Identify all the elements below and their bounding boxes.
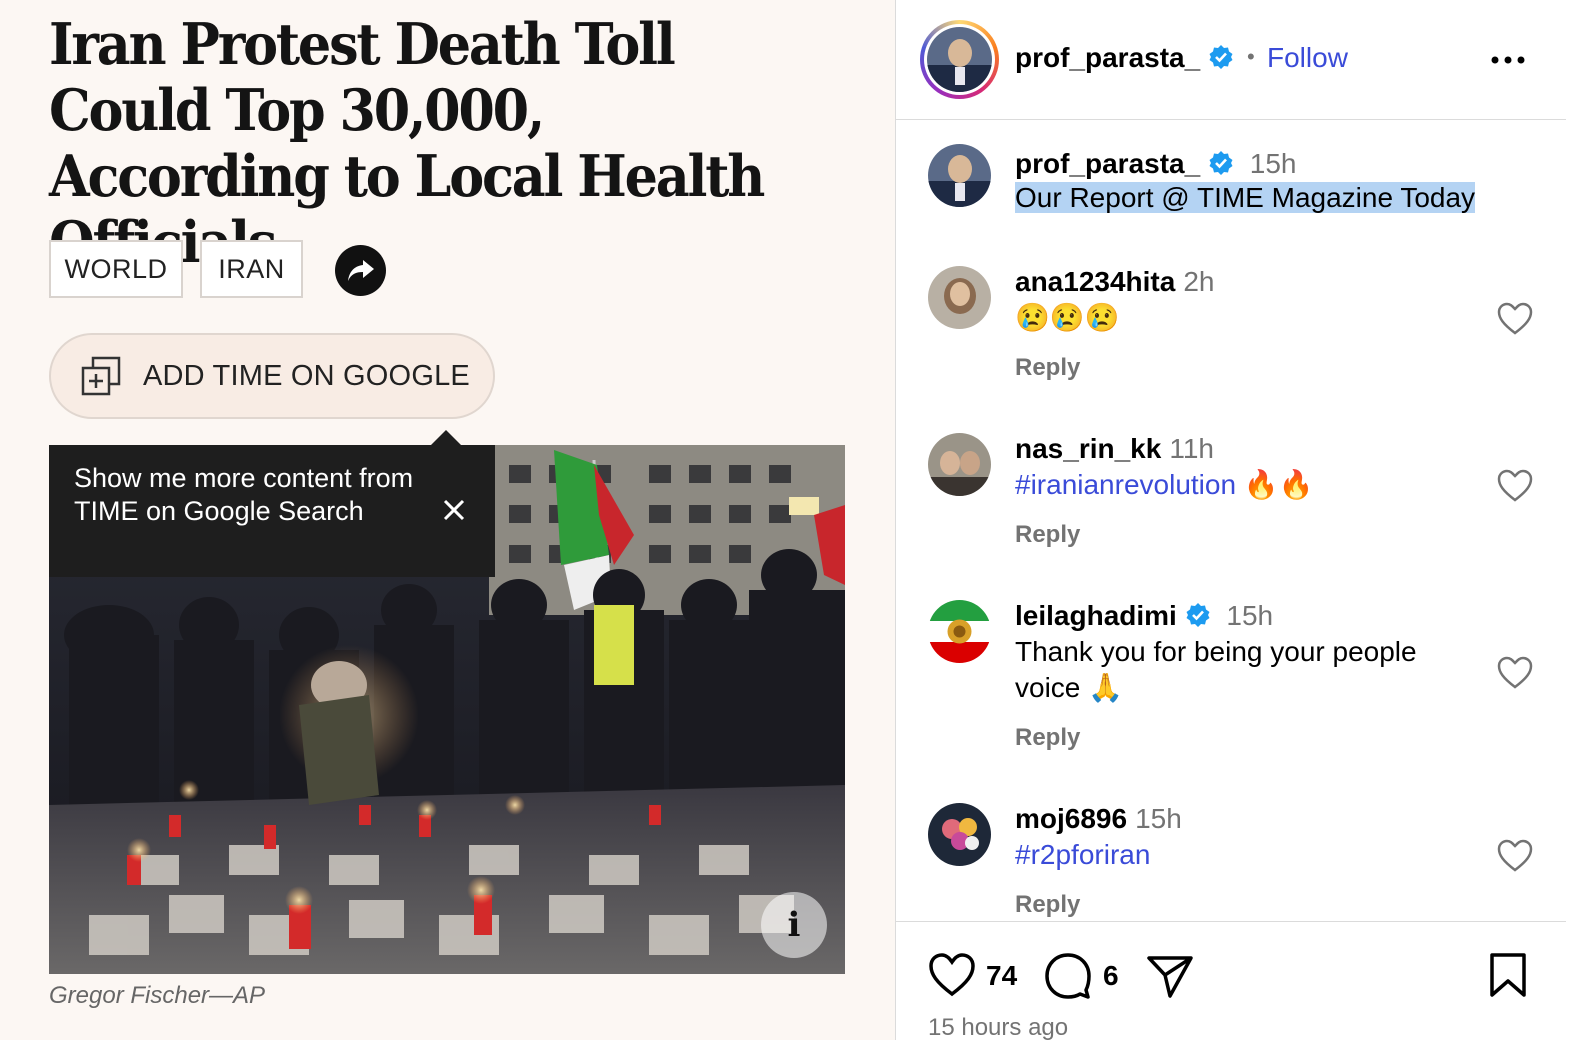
avatar[interactable] — [927, 27, 992, 92]
reply-button[interactable]: Reply — [1015, 724, 1080, 752]
comment-text: Thank you for being your people voice 🙏 — [1015, 636, 1417, 703]
post-header: prof_parasta_ • Follow — [896, 0, 1566, 120]
comment-username[interactable]: leilaghadimi 15h — [1015, 600, 1273, 632]
caption-time: 15h — [1249, 148, 1297, 179]
add-time-on-google-button[interactable]: ADD TIME ON GOOGLE — [49, 333, 495, 419]
comment-text: 😢😢😢 — [1015, 302, 1120, 333]
post-actions: 74 6 15 hours ago — [896, 921, 1566, 1040]
close-icon[interactable] — [441, 497, 467, 523]
share-arrow-icon — [347, 259, 374, 281]
post-author[interactable]: prof_parasta_ — [1015, 42, 1234, 74]
heart-icon[interactable] — [1497, 839, 1533, 873]
more-options-icon[interactable] — [1488, 50, 1528, 70]
share-button[interactable] — [335, 245, 386, 296]
avatar[interactable] — [928, 803, 991, 866]
reply-button[interactable]: Reply — [1015, 521, 1080, 549]
avatar[interactable] — [928, 266, 991, 329]
verified-icon — [1209, 151, 1233, 175]
photo-credit: Gregor Fischer—AP — [49, 982, 266, 1009]
heart-icon[interactable] — [1497, 656, 1533, 690]
bookmark-icon[interactable] — [1488, 952, 1528, 998]
verified-icon — [1209, 45, 1233, 69]
comment-icon[interactable] — [1044, 952, 1092, 1000]
article-headline: Iran Protest Death Toll Could Top 30,000… — [49, 11, 765, 276]
avatar[interactable] — [928, 433, 991, 496]
heart-icon[interactable] — [928, 952, 976, 998]
comment-text[interactable]: #iranianrevolution 🔥🔥 — [1015, 467, 1485, 503]
follow-button[interactable]: Follow — [1267, 42, 1348, 74]
comment-count[interactable]: 6 — [1103, 960, 1119, 992]
comments-list: prof_parasta_ 15h Our Report @ TIME Maga… — [896, 121, 1566, 921]
heart-icon[interactable] — [1497, 469, 1533, 503]
avatar[interactable] — [928, 600, 991, 663]
verified-icon — [1186, 603, 1210, 627]
comment-username[interactable]: nas_rin_kk 11h — [1015, 433, 1214, 465]
like-count[interactable]: 74 — [986, 960, 1017, 992]
tooltip-text: Show me more content from TIME on Google… — [74, 463, 414, 526]
instagram-pane: prof_parasta_ • Follow prof_parasta_ 15h… — [896, 0, 1574, 1040]
reply-button[interactable]: Reply — [1015, 891, 1080, 919]
heart-icon[interactable] — [1497, 302, 1533, 336]
post-timestamp: 15 hours ago — [928, 1014, 1069, 1040]
separator-dot: • — [1247, 44, 1255, 69]
tag-iran[interactable]: IRAN — [200, 240, 303, 298]
avatar[interactable] — [928, 144, 991, 207]
article-pane: Iran Protest Death Toll Could Top 30,000… — [0, 0, 895, 1040]
send-icon[interactable] — [1146, 953, 1194, 999]
info-icon[interactable]: i — [761, 892, 827, 958]
caption-username[interactable]: prof_parasta_ 15h — [1015, 148, 1296, 180]
google-button-label: ADD TIME ON GOOGLE — [143, 359, 470, 392]
google-tooltip: Show me more content from TIME on Google… — [49, 445, 495, 577]
comment-text[interactable]: #r2pforiran — [1015, 837, 1485, 873]
tooltip-arrow — [430, 430, 462, 446]
comment-username[interactable]: moj6896 15h — [1015, 803, 1182, 835]
google-add-icon — [81, 356, 121, 396]
tag-world[interactable]: WORLD — [49, 240, 183, 298]
reply-button[interactable]: Reply — [1015, 354, 1080, 382]
comment-username[interactable]: ana1234hita 2h — [1015, 266, 1214, 298]
caption-text: Our Report @ TIME Magazine Today — [1015, 182, 1476, 213]
